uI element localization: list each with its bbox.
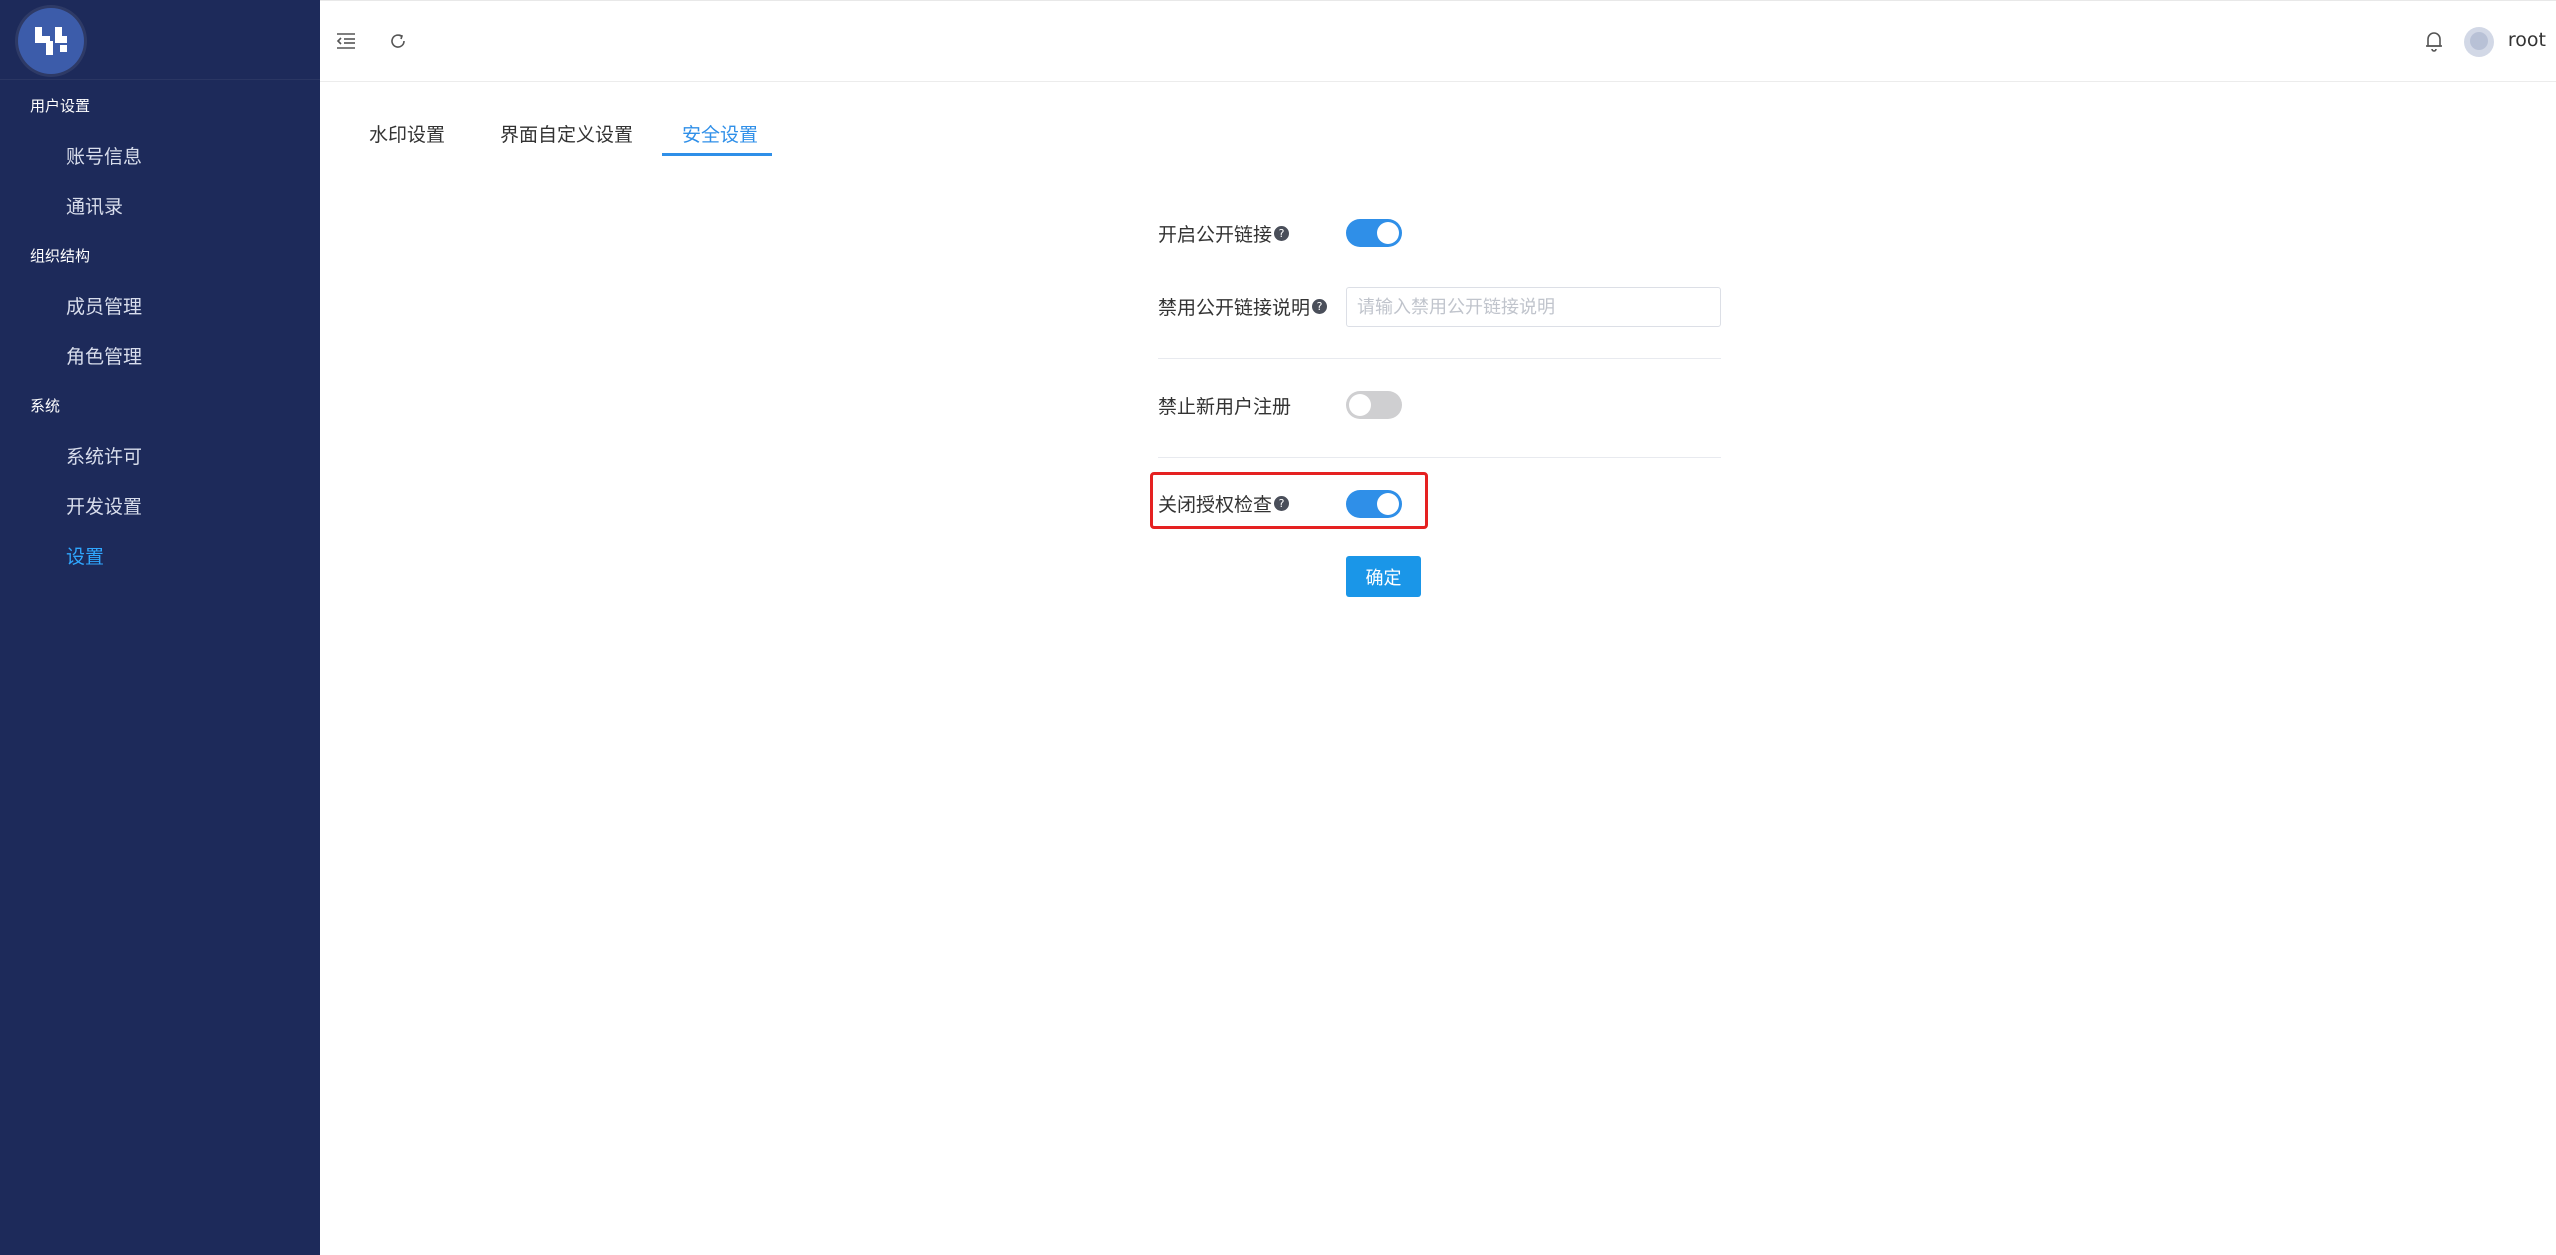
sidebar-group-org-structure: 组织结构 [30, 247, 91, 265]
sidebar-item-system-license[interactable]: 系统许可 [66, 442, 142, 469]
menu-fold-icon[interactable] [336, 32, 356, 54]
help-icon[interactable]: ? [1274, 496, 1290, 511]
disable-public-link-desc-label-text: 禁用公开链接说明 [1158, 297, 1311, 319]
disable-auth-check-label: 关闭授权检查? [1158, 490, 1290, 517]
public-link-label-text: 开启公开链接 [1158, 224, 1273, 246]
disable-public-link-desc-input[interactable] [1346, 287, 1721, 327]
forbid-registration-label: 禁止新用户注册 [1158, 392, 1291, 419]
divider [1158, 358, 1721, 359]
forbid-registration-toggle[interactable] [1346, 391, 1402, 419]
logo[interactable] [18, 8, 84, 74]
sidebar: 用户设置 账号信息 通讯录 组织结构 成员管理 角色管理 系统 系统许可 开发设… [0, 0, 320, 1255]
tab-watermark-settings[interactable]: 水印设置 [369, 120, 445, 147]
toggle-knob [1349, 394, 1371, 416]
sidebar-item-dev-settings[interactable]: 开发设置 [66, 492, 142, 519]
tab-ui-custom-settings[interactable]: 界面自定义设置 [500, 120, 633, 147]
divider [1158, 457, 1721, 458]
sidebar-item-contacts[interactable]: 通讯录 [66, 192, 123, 219]
sidebar-item-settings[interactable]: 设置 [66, 542, 104, 569]
logo-icon [35, 27, 67, 55]
public-link-toggle[interactable] [1346, 219, 1402, 247]
sidebar-group-system: 系统 [30, 397, 61, 415]
top-header: root [320, 0, 2556, 82]
toggle-knob [1377, 493, 1399, 515]
username[interactable]: root [2508, 29, 2546, 51]
app: 用户设置 账号信息 通讯录 组织结构 成员管理 角色管理 系统 系统许可 开发设… [0, 0, 2556, 1255]
help-icon[interactable]: ? [1312, 299, 1328, 314]
forbid-registration-label-text: 禁止新用户注册 [1158, 396, 1292, 418]
disable-public-link-desc-label: 禁用公开链接说明? [1158, 293, 1328, 320]
disable-auth-check-toggle[interactable] [1346, 490, 1402, 518]
avatar[interactable] [2464, 27, 2494, 57]
public-link-label: 开启公开链接? [1158, 220, 1290, 247]
refresh-icon[interactable] [388, 31, 408, 55]
sidebar-item-role-management[interactable]: 角色管理 [66, 342, 142, 369]
active-tab-indicator [662, 153, 772, 156]
disable-auth-check-label-text: 关闭授权检查 [1158, 494, 1273, 516]
bell-icon[interactable] [2424, 30, 2444, 56]
sidebar-group-user-settings: 用户设置 [30, 97, 91, 115]
sidebar-item-account-info[interactable]: 账号信息 [66, 142, 142, 169]
logo-area [0, 0, 320, 80]
confirm-button[interactable]: 确定 [1346, 556, 1421, 597]
help-icon[interactable]: ? [1274, 226, 1290, 241]
tab-security-settings[interactable]: 安全设置 [682, 120, 758, 147]
toggle-knob [1377, 222, 1399, 244]
sidebar-item-member-management[interactable]: 成员管理 [66, 292, 142, 319]
